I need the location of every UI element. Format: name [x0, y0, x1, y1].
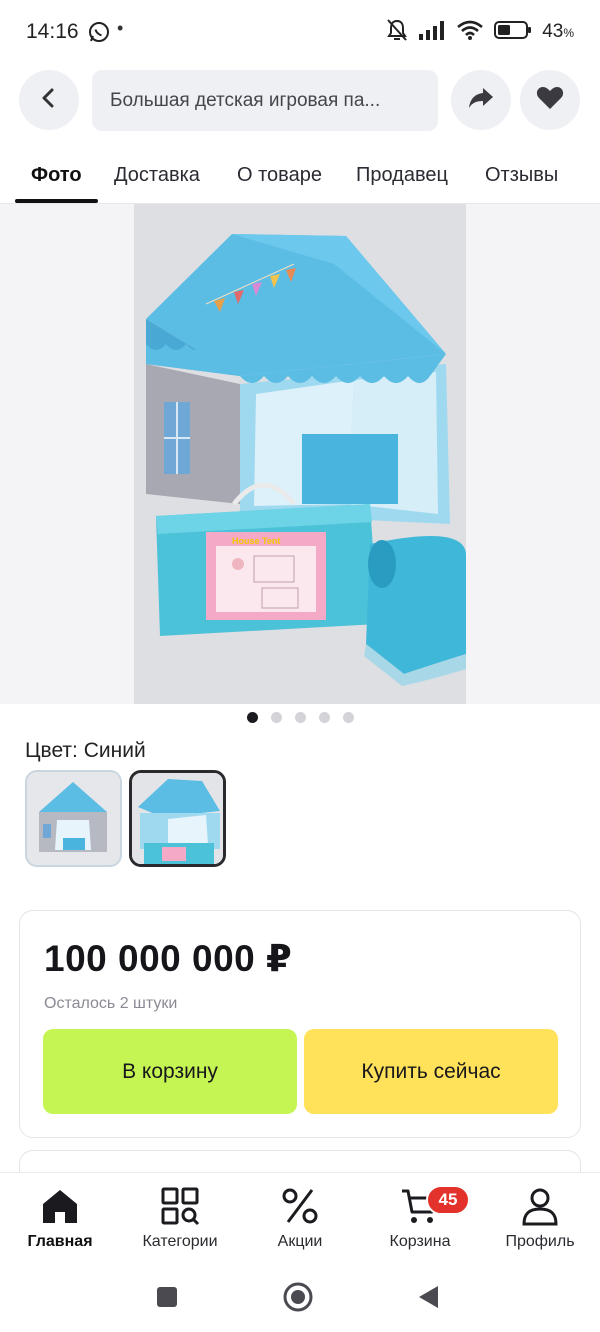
back-arrow-icon: [39, 87, 59, 114]
battery-percent: 43%: [542, 21, 574, 43]
cart-badge: 45: [426, 1185, 470, 1215]
pagination-dot[interactable]: [342, 712, 354, 723]
nav-categories[interactable]: Категории: [120, 1185, 240, 1251]
categories-icon: [120, 1185, 240, 1227]
percent-icon: [240, 1185, 360, 1227]
stock-remaining: Осталось 2 штуки: [44, 995, 178, 1012]
status-dot: •: [117, 18, 124, 38]
product-price: 100 000 000 ₽: [44, 938, 293, 979]
pagination-dot[interactable]: [318, 712, 330, 723]
tab-photo[interactable]: Фото: [31, 164, 82, 187]
tab-about[interactable]: О товаре: [237, 164, 322, 187]
package-label: House Tent: [232, 536, 280, 546]
home-icon: [0, 1185, 120, 1227]
recent-apps-icon[interactable]: [150, 1280, 184, 1314]
color-swatch-1[interactable]: [25, 770, 122, 867]
pagination-dot-active[interactable]: [246, 712, 258, 723]
mute-icon: [386, 18, 408, 47]
heart-icon: [536, 86, 564, 115]
purchase-card: 100 000 000 ₽ Осталось 2 штуки В корзину…: [19, 910, 581, 1138]
signal-icon: [418, 20, 446, 45]
nav-profile[interactable]: Профиль: [480, 1185, 600, 1251]
nav-profile-label: Профиль: [505, 1233, 575, 1250]
share-icon: [467, 86, 495, 115]
search-field[interactable]: Большая детская игровая па...: [92, 70, 438, 131]
add-to-cart-button[interactable]: В корзину: [43, 1029, 297, 1114]
tab-reviews[interactable]: Отзывы: [485, 164, 558, 187]
profile-icon: [480, 1185, 600, 1227]
wifi-icon: [456, 19, 484, 46]
whatsapp-icon: [88, 21, 110, 48]
nav-cart[interactable]: 45 Корзина: [360, 1185, 480, 1251]
battery-percent-value: 43: [542, 21, 564, 42]
share-button[interactable]: [451, 70, 511, 130]
color-swatch-2-selected[interactable]: [129, 770, 226, 867]
product-gallery[interactable]: House Tent: [0, 204, 600, 704]
section-tabs: Фото Доставка О товаре Продавец Отзывы: [0, 146, 600, 204]
bottom-navigation: Главная Категории Акции 45 Корзина Профи…: [0, 1172, 600, 1264]
nav-categories-label: Категории: [142, 1233, 218, 1250]
gallery-pagination: [0, 712, 600, 723]
top-bar: Большая детская игровая па...: [0, 68, 600, 134]
system-navigation: [0, 1264, 600, 1332]
back-button[interactable]: [19, 70, 79, 130]
search-text: Большая детская игровая па...: [110, 89, 381, 111]
pagination-dot[interactable]: [270, 712, 282, 723]
tab-delivery[interactable]: Доставка: [114, 164, 200, 187]
favorite-button[interactable]: [520, 70, 580, 130]
nav-promotions-label: Акции: [277, 1233, 323, 1250]
buy-now-label: Купить сейчас: [361, 1059, 501, 1083]
product-photo: House Tent: [134, 204, 466, 704]
tab-seller[interactable]: Продавец: [356, 164, 448, 187]
status-bar: 14:16 • 43%: [0, 0, 600, 64]
back-triangle-icon[interactable]: [411, 1280, 445, 1314]
nav-cart-label: Корзина: [389, 1233, 451, 1250]
percent-sign: %: [563, 26, 574, 40]
pagination-dot[interactable]: [294, 712, 306, 723]
home-button-icon[interactable]: [281, 1280, 315, 1314]
battery-icon: [494, 20, 532, 45]
tab-active-indicator: [15, 199, 98, 203]
status-time: 14:16: [26, 20, 79, 43]
add-to-cart-label: В корзину: [122, 1059, 218, 1083]
status-right-group: 43%: [386, 18, 574, 46]
nav-promotions[interactable]: Акции: [240, 1185, 360, 1251]
color-label: Цвет: Синий: [25, 739, 146, 762]
nav-home[interactable]: Главная: [0, 1185, 120, 1251]
buy-now-button[interactable]: Купить сейчас: [304, 1029, 558, 1114]
nav-home-label: Главная: [27, 1233, 93, 1250]
